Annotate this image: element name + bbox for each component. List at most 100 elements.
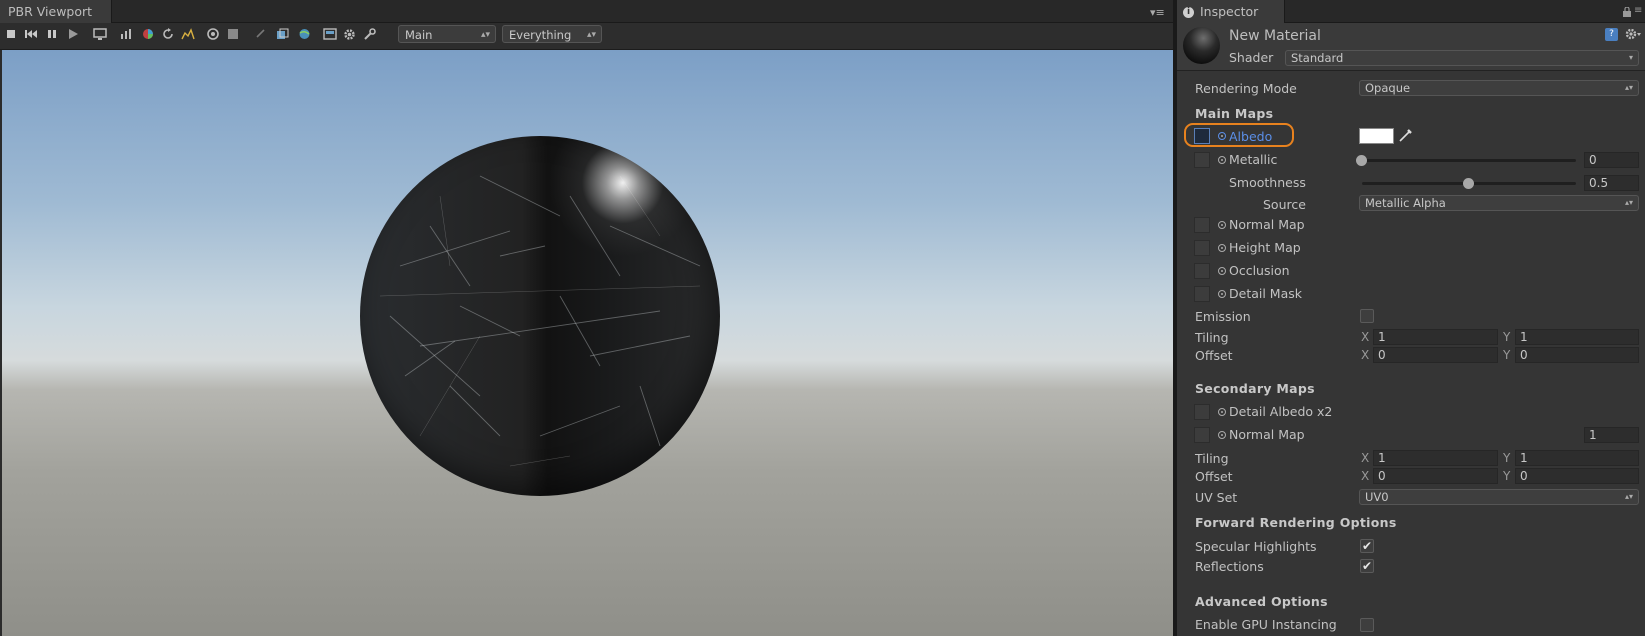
stats-icon[interactable]: [119, 26, 135, 42]
help-icon[interactable]: ?: [1605, 28, 1618, 41]
tiling-y-label: Y: [1503, 330, 1511, 344]
detail-albedo-label: Detail Albedo x2: [1229, 404, 1333, 419]
secondary-tiling-y-field[interactable]: 1: [1515, 450, 1639, 466]
albedo-color-swatch[interactable]: [1359, 128, 1394, 144]
tiling-x-label: X: [1361, 330, 1370, 344]
offset-y-field[interactable]: 0: [1515, 347, 1639, 363]
forward-rendering-heading: Forward Rendering Options: [1195, 515, 1397, 530]
tiling-x-field[interactable]: 1: [1373, 329, 1498, 345]
detail-mask-texture-slot[interactable]: [1194, 286, 1210, 302]
detail-albedo-picker-icon[interactable]: [1218, 408, 1226, 416]
settings-gear-icon[interactable]: [1625, 27, 1641, 41]
occlusion-picker-icon[interactable]: [1218, 267, 1226, 275]
scene-viewport[interactable]: [2, 50, 1173, 636]
source-value: Metallic Alpha: [1365, 196, 1446, 210]
occlusion-texture-slot[interactable]: [1194, 263, 1210, 279]
camera-dropdown[interactable]: Main ▴▾: [398, 25, 496, 43]
panel-menu-icon[interactable]: ≡: [1634, 5, 1642, 16]
shader-value: Standard: [1291, 51, 1344, 65]
image-icon[interactable]: [322, 26, 338, 42]
shader-label: Shader: [1229, 50, 1274, 65]
secondary-normal-map-texture-slot[interactable]: [1194, 427, 1210, 443]
metallic-value-field[interactable]: 0: [1584, 152, 1639, 168]
rendering-mode-value: Opaque: [1365, 81, 1411, 95]
albedo-picker-icon[interactable]: [1218, 132, 1226, 140]
height-map-texture-slot[interactable]: [1194, 240, 1210, 256]
shader-dropdown[interactable]: Standard ▾: [1285, 50, 1639, 66]
detail-mask-label: Detail Mask: [1229, 286, 1302, 301]
secondary-offset-x-label: X: [1361, 469, 1370, 483]
dropdown-arrow-icon: ▴▾: [586, 30, 596, 40]
tiling-label: Tiling: [1195, 330, 1229, 345]
height-map-picker-icon[interactable]: [1218, 244, 1226, 252]
pause-icon[interactable]: [44, 26, 60, 42]
offset-y-label: Y: [1503, 348, 1511, 362]
secondary-normal-map-picker-icon[interactable]: [1218, 431, 1226, 439]
metallic-slider-track[interactable]: [1362, 159, 1576, 162]
camera-icon[interactable]: [205, 26, 221, 42]
emission-label: Emission: [1195, 309, 1251, 324]
normal-map-texture-slot[interactable]: [1194, 217, 1210, 233]
metallic-slider-thumb[interactable]: [1356, 155, 1367, 166]
albedo-label: Albedo: [1229, 129, 1273, 144]
secondary-offset-label: Offset: [1195, 469, 1233, 484]
dropdown-arrow-icon: ▴▾: [1624, 83, 1633, 92]
source-dropdown[interactable]: Metallic Alpha ▴▾: [1359, 195, 1639, 211]
display-icon[interactable]: [92, 26, 108, 42]
color-wheel-icon[interactable]: [140, 26, 156, 42]
normal-map-label: Normal Map: [1229, 217, 1305, 232]
secondary-tiling-x-field[interactable]: 1: [1373, 450, 1498, 466]
height-map-label: Height Map: [1229, 240, 1301, 255]
step-back-icon[interactable]: [23, 26, 39, 42]
lock-icon[interactable]: [1623, 5, 1631, 17]
gear-icon[interactable]: [341, 26, 357, 42]
albedo-texture-slot[interactable]: [1194, 128, 1210, 144]
inspector-tab[interactable]: i Inspector: [1177, 0, 1285, 23]
emission-checkbox[interactable]: [1360, 309, 1374, 323]
viewport-tab-title: PBR Viewport: [8, 4, 93, 19]
viewport-menu-icon[interactable]: ▾≡: [1150, 6, 1165, 19]
offset-x-field[interactable]: 0: [1373, 347, 1498, 363]
secondary-offset-y-field[interactable]: 0: [1515, 468, 1639, 484]
refresh-icon[interactable]: [160, 26, 176, 42]
viewport-tabbar: [0, 0, 1173, 23]
globe-icon[interactable]: [296, 26, 312, 42]
play-icon[interactable]: [65, 26, 81, 42]
material-name: New Material: [1229, 28, 1321, 44]
uv-set-dropdown[interactable]: UV0 ▴▾: [1359, 489, 1639, 505]
tiling-y-field[interactable]: 1: [1515, 329, 1639, 345]
secondary-tiling-label: Tiling: [1195, 451, 1229, 466]
secondary-normal-scale-field[interactable]: 1: [1584, 427, 1639, 443]
metallic-picker-icon[interactable]: [1218, 156, 1226, 164]
occlusion-label: Occlusion: [1229, 263, 1290, 278]
stop-icon[interactable]: [3, 26, 19, 42]
smoothness-value-field[interactable]: 0.5: [1584, 175, 1639, 191]
camera-dropdown-value: Main: [405, 28, 433, 42]
source-label: Source: [1263, 197, 1306, 212]
normal-map-picker-icon[interactable]: [1218, 221, 1226, 229]
metallic-texture-slot[interactable]: [1194, 152, 1210, 168]
link-icon[interactable]: [253, 26, 269, 42]
layer-dropdown-value: Everything: [509, 28, 572, 42]
grid-icon[interactable]: [225, 26, 241, 42]
detail-albedo-texture-slot[interactable]: [1194, 404, 1210, 420]
histogram-icon[interactable]: [180, 26, 196, 42]
metallic-label: Metallic: [1229, 152, 1278, 167]
specular-highlights-checkbox[interactable]: ✔: [1360, 539, 1374, 553]
smoothness-slider-thumb[interactable]: [1463, 178, 1474, 189]
advanced-options-heading: Advanced Options: [1195, 594, 1328, 609]
wrench-icon[interactable]: [361, 26, 377, 42]
dropdown-arrow-icon: ▴▾: [1624, 492, 1633, 501]
secondary-offset-x-field[interactable]: 0: [1373, 468, 1498, 484]
gpu-instancing-checkbox[interactable]: [1360, 618, 1374, 632]
layers-icon[interactable]: [275, 26, 291, 42]
eyedropper-icon[interactable]: [1398, 127, 1414, 143]
rendering-mode-dropdown[interactable]: Opaque ▴▾: [1359, 80, 1639, 96]
viewport-toolbar: Main ▴▾ Everything ▴▾: [0, 23, 1173, 50]
detail-mask-picker-icon[interactable]: [1218, 290, 1226, 298]
layer-dropdown[interactable]: Everything ▴▾: [502, 25, 602, 43]
viewport-tab[interactable]: PBR Viewport: [0, 0, 112, 23]
reflections-checkbox[interactable]: ✔: [1360, 559, 1374, 573]
dropdown-arrow-icon: ▴▾: [480, 30, 490, 40]
offset-x-label: X: [1361, 348, 1370, 362]
